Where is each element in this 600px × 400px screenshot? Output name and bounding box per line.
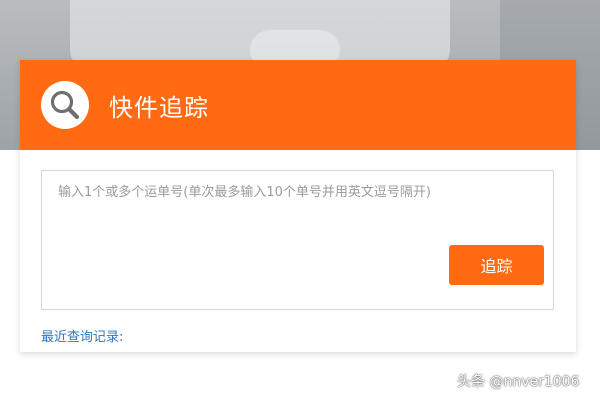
tracking-number-input[interactable] (42, 171, 553, 309)
recent-queries-link[interactable]: 最近查询记录: (41, 326, 123, 345)
watermark: 头条 @nnver1006 (457, 374, 580, 390)
search-badge (41, 81, 89, 129)
search-icon (50, 90, 80, 120)
page-title: 快件追踪 (109, 93, 209, 122)
tracking-input-box: 追踪 (41, 170, 554, 310)
tracking-card: 快件追踪 追踪 最近查询记录: (20, 60, 576, 352)
card-header: 快件追踪 (20, 60, 576, 150)
track-button[interactable]: 追踪 (449, 245, 544, 285)
